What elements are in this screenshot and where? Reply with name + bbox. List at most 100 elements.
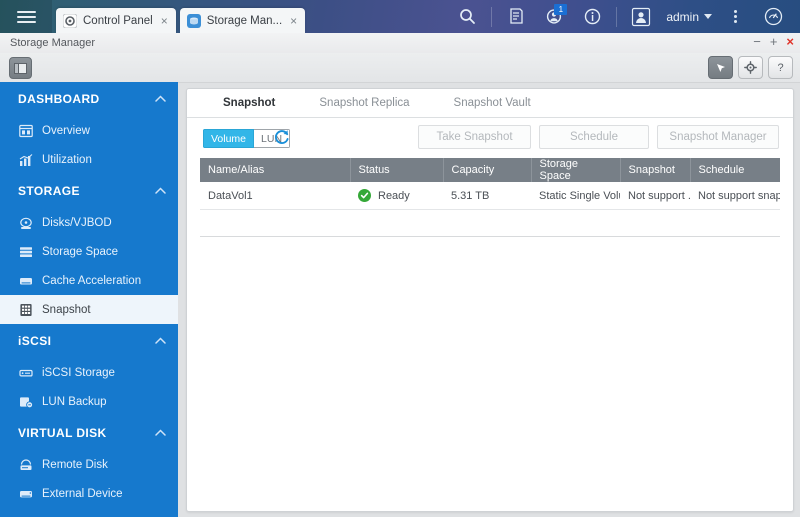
sidebar-group-iscsi[interactable]: iSCSI xyxy=(0,324,178,358)
external-device-icon xyxy=(18,486,33,501)
close-icon[interactable]: × xyxy=(161,15,168,27)
refresh-icon[interactable] xyxy=(273,128,291,146)
settings-button[interactable] xyxy=(738,56,763,79)
column-header-capacity[interactable]: Capacity xyxy=(443,158,532,182)
notification-badge: 1 xyxy=(554,4,568,15)
sidebar-item-label: Storage Space xyxy=(42,245,119,258)
column-header-storage-space[interactable]: Storage Space xyxy=(531,158,621,182)
sidebar-item-iscsi-storage[interactable]: iSCSI Storage xyxy=(0,358,178,387)
tab-label: Control Panel xyxy=(83,14,153,27)
top-bar-icon-group: 1 admin xyxy=(448,0,800,33)
cell-empty xyxy=(690,209,780,237)
sidebar-item-label: Utilization xyxy=(42,153,92,166)
admin-label: admin xyxy=(666,9,699,24)
chevron-down-icon xyxy=(704,14,712,19)
schedule-button[interactable]: Schedule xyxy=(539,125,649,149)
cell-empty xyxy=(620,209,690,237)
help-button[interactable]: ? xyxy=(768,56,793,79)
storage-icon xyxy=(186,13,201,28)
sidebar-item-label: iSCSI Storage xyxy=(42,366,115,379)
sidebar-item-label: External Device xyxy=(42,487,123,500)
info-icon[interactable] xyxy=(573,0,611,33)
search-icon[interactable] xyxy=(448,0,486,33)
window-title: Storage Manager xyxy=(10,37,95,49)
maximize-button[interactable]: + xyxy=(770,35,778,48)
chevron-up-icon xyxy=(155,93,166,105)
table-header-row: Name/Alias Status Capacity Storage Space… xyxy=(200,158,780,182)
sidebar-item-snapshot[interactable]: Snapshot xyxy=(0,295,178,324)
cell-empty xyxy=(350,209,443,237)
toggle-volume[interactable]: Volume xyxy=(203,129,255,148)
tab-storage-manager[interactable]: Storage Man... × xyxy=(179,8,306,33)
lun-backup-icon xyxy=(18,394,33,409)
avatar-icon[interactable] xyxy=(622,0,660,33)
sidebar-item-storage-space[interactable]: Storage Space xyxy=(0,237,178,266)
window-tab-strip: Control Panel × Storage Man... × xyxy=(52,0,306,33)
close-icon[interactable]: × xyxy=(290,15,297,27)
sidebar-item-label: Cache Acceleration xyxy=(42,274,142,287)
sidebar-group-virtual-disk[interactable]: VIRTUAL DISK xyxy=(0,416,178,450)
sidebar-item-label: Snapshot xyxy=(42,303,91,316)
cell-storage-space: Static Single Volu... xyxy=(531,182,620,210)
divider xyxy=(616,6,618,27)
snapshot-manager-button[interactable]: Snapshot Manager xyxy=(657,125,779,149)
sidebar-item-external-device[interactable]: External Device xyxy=(0,479,178,508)
sidebar-item-remote-disk[interactable]: Remote Disk xyxy=(0,450,178,479)
storage-space-icon xyxy=(18,244,33,259)
column-header-schedule[interactable]: Schedule xyxy=(690,158,780,182)
iscsi-icon xyxy=(18,365,33,380)
sidebar-item-lun-backup[interactable]: LUN Backup xyxy=(0,387,178,416)
notes-icon[interactable] xyxy=(497,0,535,33)
hamburger-line xyxy=(16,10,36,13)
vertical-dots-icon[interactable] xyxy=(716,0,754,33)
dot xyxy=(733,20,737,23)
tab-snapshot-vault[interactable]: Snapshot Vault xyxy=(432,90,553,117)
sidebar-group-dashboard[interactable]: DASHBOARD xyxy=(0,82,178,116)
sidebar-item-utilization[interactable]: Utilization xyxy=(0,145,178,174)
snapshot-icon xyxy=(18,302,33,317)
minimize-button[interactable]: − xyxy=(753,35,761,48)
column-header-name-alias[interactable]: Name/Alias xyxy=(200,158,351,182)
status-label: Ready xyxy=(378,189,410,202)
tab-snapshot[interactable]: Snapshot xyxy=(201,90,297,117)
sidebar-item-overview[interactable]: Overview xyxy=(0,116,178,145)
take-snapshot-button[interactable]: Take Snapshot xyxy=(418,125,531,149)
sidebar-item-disks-vjbod[interactable]: Disks/VJBOD xyxy=(0,208,178,237)
cell-status: Ready xyxy=(350,182,443,210)
sidebar-group-label: iSCSI xyxy=(18,334,52,348)
action-toolbar: Volume LUN Take Snapshot Schedule Snapsh… xyxy=(187,118,793,158)
window-toolbar: ? xyxy=(0,53,800,83)
cell-capacity: 5.31 TB xyxy=(443,182,531,210)
sidebar-item-label: Disks/VJBOD xyxy=(42,216,112,229)
cell-snapshot: Not support ... xyxy=(620,182,690,210)
hamburger-line xyxy=(16,20,36,23)
column-header-status[interactable]: Status xyxy=(350,158,444,182)
overview-icon xyxy=(18,123,33,138)
hamburger-icon[interactable] xyxy=(0,0,52,33)
user-notification-icon[interactable]: 1 xyxy=(535,0,573,33)
chevron-up-icon xyxy=(155,427,166,439)
table-row[interactable]: DataVol1 Ready 5.31 TB Static Single Vol… xyxy=(200,182,780,210)
column-header-snapshot[interactable]: Snapshot xyxy=(620,158,691,182)
cell-empty xyxy=(531,209,620,237)
sidebar-item-cache-acceleration[interactable]: Cache Acceleration xyxy=(0,266,178,295)
panel-view-button[interactable] xyxy=(9,57,32,79)
cell-empty xyxy=(443,209,531,237)
window-title-bar: Storage Manager − + × xyxy=(0,33,800,54)
admin-menu[interactable]: admin xyxy=(660,10,716,24)
sidebar-group-storage[interactable]: STORAGE xyxy=(0,174,178,208)
dots-group xyxy=(733,10,737,23)
sidebar-group-label: VIRTUAL DISK xyxy=(18,426,107,440)
pointer-button[interactable] xyxy=(708,56,733,79)
gauge-icon[interactable] xyxy=(754,0,792,33)
gear-icon xyxy=(63,13,77,28)
tab-control-panel[interactable]: Control Panel × xyxy=(56,8,176,33)
sidebar-item-label: LUN Backup xyxy=(42,395,107,408)
close-button[interactable]: × xyxy=(786,35,794,48)
sidebar-item-label: Overview xyxy=(42,124,90,137)
cell-name-alias: DataVol1 xyxy=(200,182,350,210)
tab-snapshot-replica[interactable]: Snapshot Replica xyxy=(297,90,431,117)
application-window: Control Panel × Storage Man... × 1 admin… xyxy=(0,0,800,517)
window-toolbar-buttons: ? xyxy=(708,56,793,79)
table-empty-row xyxy=(200,209,780,237)
